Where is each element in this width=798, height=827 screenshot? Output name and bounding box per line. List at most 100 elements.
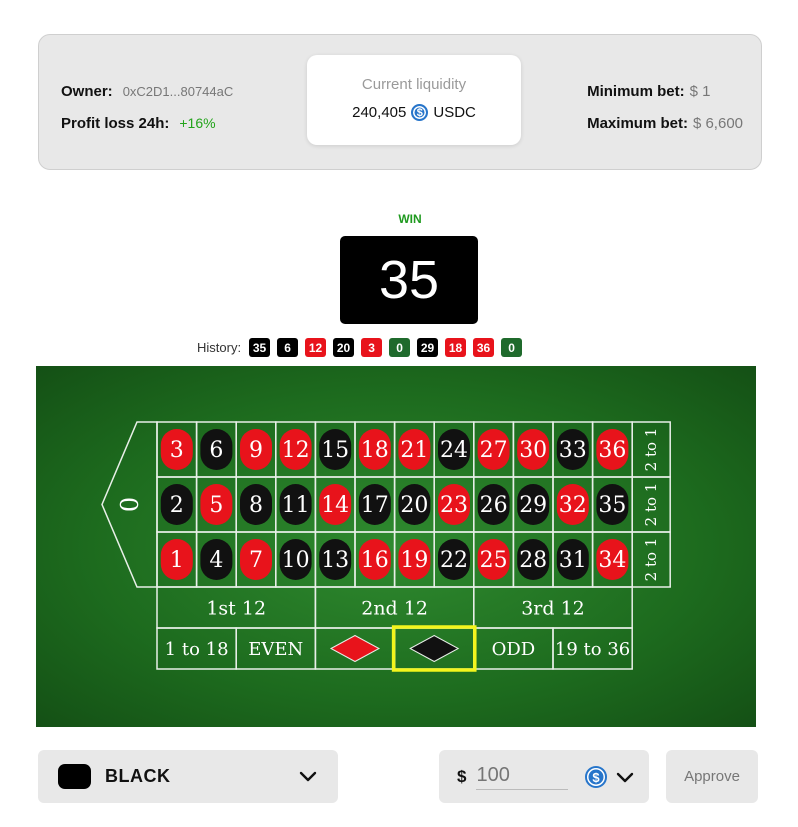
profit-loss-label: Profit loss 24h:: [61, 114, 170, 132]
owner-address[interactable]: 0xC2D1...80744aC: [123, 84, 234, 99]
red-bet-cell[interactable]: [314, 627, 396, 670]
even-bet-cell[interactable]: EVEN: [235, 627, 317, 670]
number-label: 13: [321, 548, 349, 573]
number-label: 12: [282, 438, 310, 463]
column-bet-cell[interactable]: 2 to 1: [631, 476, 671, 533]
number-cell[interactable]: 6: [195, 421, 237, 478]
number-label: 7: [249, 548, 263, 573]
pool-owner-section: Owner: 0xC2D1...80744aC Profit loss 24h:…: [61, 75, 233, 139]
number-label: 25: [480, 548, 508, 573]
liquidity-title: Current liquidity: [361, 76, 467, 93]
token-chevron-down-icon[interactable]: [615, 767, 635, 787]
number-cell[interactable]: 19: [393, 531, 435, 588]
dozen-bet-label: 2nd 12: [361, 598, 428, 620]
number-cell[interactable]: 21: [393, 421, 435, 478]
color-swatch: [58, 764, 91, 789]
black-diamond-icon: [409, 634, 460, 663]
number-cell[interactable]: 32: [552, 476, 594, 533]
number-cell[interactable]: 29: [512, 476, 554, 533]
number-cell[interactable]: 12: [275, 421, 317, 478]
number-cell[interactable]: 2: [156, 476, 198, 533]
number-cell[interactable]: 33: [552, 421, 594, 478]
number-cell[interactable]: 7: [235, 531, 277, 588]
max-bet-value: $ 6,600: [692, 114, 743, 132]
number-cell[interactable]: 25: [473, 531, 515, 588]
odd-bet-cell[interactable]: ODD: [473, 627, 554, 670]
number-cell[interactable]: 16: [354, 531, 396, 588]
low-bet-label: 1 to 18: [165, 639, 229, 660]
number-cell[interactable]: 22: [433, 531, 475, 588]
red-diamond-icon: [329, 634, 381, 663]
number-cell[interactable]: 5: [195, 476, 237, 533]
number-label: 34: [598, 548, 626, 573]
odd-bet-label: ODD: [492, 639, 536, 660]
number-cell[interactable]: 14: [314, 476, 356, 533]
column-bet-label: 2 to 1: [642, 428, 660, 472]
history-chip: 20: [333, 338, 355, 357]
column-bet-label: 2 to 1: [642, 483, 660, 527]
min-bet-label: Minimum bet:: [587, 82, 685, 100]
number-label: 3: [170, 438, 184, 463]
column-bet-label: 2 to 1: [642, 538, 660, 582]
number-cell[interactable]: 31: [552, 531, 594, 588]
number-cell[interactable]: 1: [156, 531, 198, 588]
dozen-bet-cell[interactable]: 2nd 12: [314, 586, 475, 629]
number-cell[interactable]: 15: [314, 421, 356, 478]
number-label: 22: [440, 548, 468, 573]
dozen-bet-cell[interactable]: 1st 12: [156, 586, 317, 629]
number-label: 2: [170, 493, 184, 518]
number-label: 1: [170, 548, 184, 573]
column-bet-cell[interactable]: 2 to 1: [631, 421, 671, 478]
number-label: 23: [440, 493, 468, 518]
max-bet-label: Maximum bet:: [587, 114, 688, 132]
number-label: 27: [480, 438, 508, 463]
number-cell[interactable]: 34: [591, 531, 633, 588]
number-cell[interactable]: 24: [433, 421, 475, 478]
number-label: 30: [519, 438, 547, 463]
number-cell[interactable]: 4: [195, 531, 237, 588]
number-cell[interactable]: 3: [156, 421, 198, 478]
number-label: 28: [519, 548, 547, 573]
number-label: 36: [598, 438, 626, 463]
black-bet-cell[interactable]: [393, 627, 475, 670]
history-label: History:: [197, 340, 242, 355]
number-cell[interactable]: 10: [275, 531, 317, 588]
number-cell[interactable]: 13: [314, 531, 356, 588]
roulette-table: 0 3 6 9 12 15 18 21 24 27 30 33 36 2 5 8 11 14 17 20 23 26 29 3…: [36, 366, 756, 727]
zero-cell[interactable]: 0: [101, 421, 158, 588]
bet-color-label: BLACK: [105, 766, 171, 786]
number-label: 18: [361, 438, 389, 463]
number-cell[interactable]: 36: [591, 421, 633, 478]
number-cell[interactable]: 18: [354, 421, 396, 478]
number-cell[interactable]: 26: [473, 476, 515, 533]
number-cell[interactable]: 28: [512, 531, 554, 588]
usdc-token-icon[interactable]: $: [585, 766, 607, 788]
number-label: 31: [559, 548, 587, 573]
history-chip: 6: [277, 338, 299, 357]
number-cell[interactable]: 30: [512, 421, 554, 478]
number-cell[interactable]: 9: [235, 421, 277, 478]
approve-button[interactable]: Approve: [666, 750, 758, 803]
bet-amount-input[interactable]: [476, 763, 569, 790]
number-label: 17: [361, 493, 389, 518]
number-label: 20: [400, 493, 428, 518]
owner-label: Owner:: [61, 82, 113, 100]
even-bet-label: EVEN: [248, 639, 303, 660]
number-cell[interactable]: 8: [235, 476, 277, 533]
number-cell[interactable]: 27: [473, 421, 515, 478]
number-label: 15: [321, 438, 349, 463]
number-label: 16: [361, 548, 389, 573]
dozen-bet-cell[interactable]: 3rd 12: [473, 586, 633, 629]
high-bet-cell[interactable]: 19 to 36: [552, 627, 633, 670]
column-bet-cell[interactable]: 2 to 1: [631, 531, 671, 588]
number-cell[interactable]: 23: [433, 476, 475, 533]
number-cell[interactable]: 35: [591, 476, 633, 533]
number-label: 26: [480, 493, 508, 518]
number-cell[interactable]: 11: [275, 476, 317, 533]
bet-color-select[interactable]: BLACK: [38, 750, 338, 803]
number-cell[interactable]: 20: [393, 476, 435, 533]
liquidity-box: Current liquidity 240,405 $ USDC: [307, 55, 521, 145]
number-cell[interactable]: 17: [354, 476, 396, 533]
low-bet-cell[interactable]: 1 to 18: [156, 627, 237, 670]
number-label: 33: [559, 438, 587, 463]
